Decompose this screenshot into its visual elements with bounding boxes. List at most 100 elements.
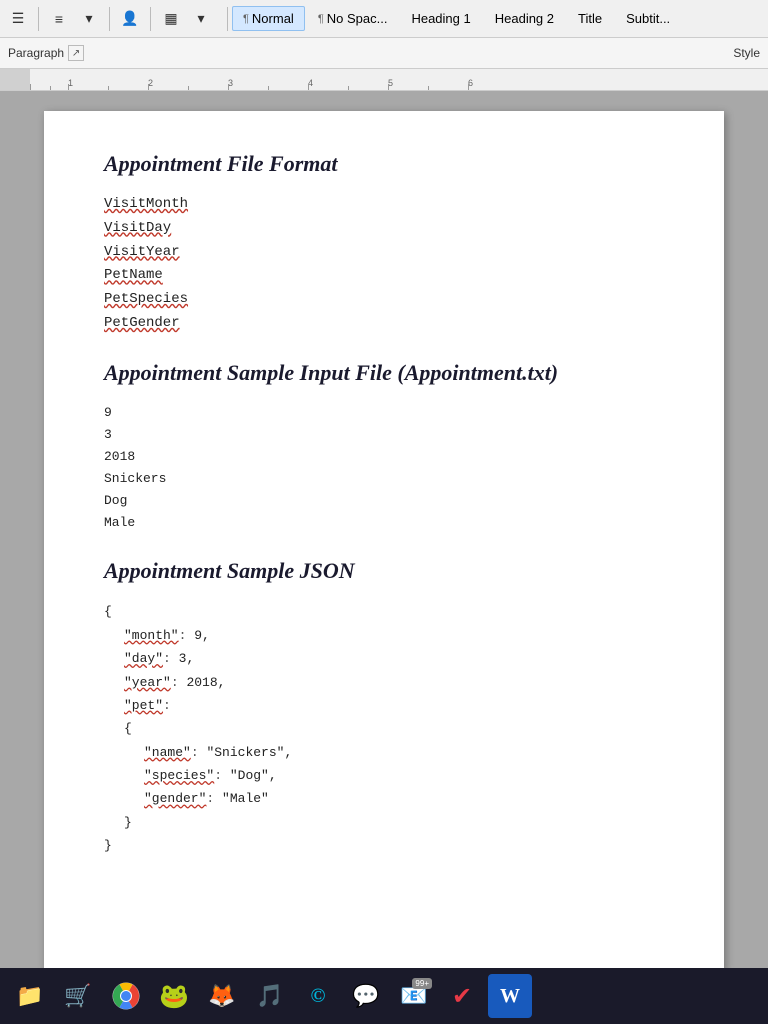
taskbar-store-icon[interactable]: 🛒 — [56, 974, 100, 1018]
section-sample-json: Appointment Sample JSON { "month": 9, "d… — [104, 558, 664, 857]
style-heading1-label: Heading 1 — [411, 11, 470, 26]
ruler-tick-s2 — [108, 86, 109, 90]
value-name: Snickers — [104, 468, 664, 490]
style-title[interactable]: Title — [567, 6, 613, 31]
taskbar-email-icon[interactable]: 📧 99+ — [392, 974, 436, 1018]
style-normal-label: Normal — [252, 11, 294, 26]
list-style-icon[interactable]: ≡ — [45, 5, 73, 33]
heading-sample-input: Appointment Sample Input File (Appointme… — [104, 360, 664, 386]
field-petname: PetName — [104, 264, 664, 288]
style-subtitle-label: Subtit... — [626, 11, 670, 26]
value-species: Dog — [104, 490, 664, 512]
json-colon-3: : — [171, 675, 179, 690]
json-val-month: 9, — [194, 628, 210, 643]
ruler: 1 2 3 4 5 6 — [0, 69, 768, 91]
ruler-tick-s1 — [50, 86, 51, 90]
ruler-tick-0 — [30, 84, 31, 90]
separator-2 — [109, 7, 110, 31]
json-species-line: "species": "Dog", — [104, 764, 664, 787]
taskbar-chrome-icon[interactable] — [104, 974, 148, 1018]
section-sample-input: Appointment Sample Input File (Appointme… — [104, 360, 664, 535]
list-dropdown-icon[interactable]: ▾ — [75, 5, 103, 33]
paragraph-label: Paragraph — [8, 46, 64, 60]
taskbar-word-icon[interactable]: W — [488, 974, 532, 1018]
json-colon-1: : — [179, 628, 187, 643]
json-gender-line: "gender": "Male" — [104, 787, 664, 810]
value-year: 2018 — [104, 446, 664, 468]
ruler-inner: 1 2 3 4 5 6 — [0, 69, 768, 90]
style-buttons-group: ¶ Normal ¶ No Spac... Heading 1 Heading … — [232, 6, 681, 31]
ruler-tick-1 — [68, 84, 69, 90]
expand-paragraph-icon[interactable]: ↗ — [68, 45, 84, 61]
value-month: 9 — [104, 402, 664, 424]
json-name-line: "name": "Snickers", — [104, 741, 664, 764]
ruler-tick-3 — [228, 84, 229, 90]
taskbar-firefox-icon[interactable]: 🦊 — [200, 974, 244, 1018]
ruler-tick-s4 — [268, 86, 269, 90]
document-page: Appointment File Format VisitMonth Visit… — [44, 111, 724, 968]
taskbar-folder-icon[interactable]: 📁 — [8, 974, 52, 1018]
ruler-tick-s3 — [188, 86, 189, 90]
json-key-day: "day" — [124, 651, 163, 666]
separator-main — [227, 7, 228, 31]
ruler-tick-s6 — [428, 86, 429, 90]
email-badge: 99+ — [412, 978, 432, 989]
taskbar-music-icon[interactable]: 🎵 — [248, 974, 292, 1018]
heading-appointment-format: Appointment File Format — [104, 151, 664, 177]
normal-para-mark: ¶ — [243, 13, 249, 25]
shading-icon[interactable]: ▦ — [157, 5, 185, 33]
json-year-line: "year": 2018, — [104, 671, 664, 694]
json-key-name: "name" — [144, 745, 191, 760]
taskbar-whatsapp-icon[interactable]: 💬 — [344, 974, 388, 1018]
json-day-line: "day": 3, — [104, 647, 664, 670]
json-close-brace: } — [104, 834, 664, 857]
json-colon-6: : — [214, 768, 222, 783]
style-normal[interactable]: ¶ Normal — [232, 6, 305, 31]
value-gender: Male — [104, 512, 664, 534]
taskbar-net-icon[interactable]: © — [296, 974, 340, 1018]
json-key-month: "month" — [124, 628, 179, 643]
ribbon-icons-group: ☰ ≡ ▾ 👤 ▦ ▾ — [4, 5, 215, 33]
heading-sample-json: Appointment Sample JSON — [104, 558, 664, 584]
style-heading1[interactable]: Heading 1 — [400, 6, 481, 31]
field-visitmonth: VisitMonth — [104, 193, 664, 217]
section-appointment-format: Appointment File Format VisitMonth Visit… — [104, 151, 664, 336]
json-content: { "month": 9, "day": 3, "year": 2018, "p… — [104, 600, 664, 857]
ribbon-bottom-row: Paragraph ↗ Style — [0, 38, 768, 68]
user-icon[interactable]: 👤 — [116, 5, 144, 33]
json-key-year: "year" — [124, 675, 171, 690]
styles-label: Style — [733, 46, 760, 60]
taskbar-frog-icon[interactable]: 🐸 — [152, 974, 196, 1018]
json-val-species: "Dog", — [230, 768, 277, 783]
json-val-day: 3, — [179, 651, 195, 666]
json-pet-close: } — [104, 811, 664, 834]
shading-dropdown-icon[interactable]: ▾ — [187, 5, 215, 33]
separator-3 — [150, 7, 151, 31]
style-no-spacing-label: No Spac... — [327, 11, 388, 26]
field-visityear: VisitYear — [104, 241, 664, 265]
json-val-year: 2018, — [186, 675, 225, 690]
document-area[interactable]: Appointment File Format VisitMonth Visit… — [0, 91, 768, 968]
separator-1 — [38, 7, 39, 31]
field-visitday: VisitDay — [104, 217, 664, 241]
field-petgender: PetGender — [104, 312, 664, 336]
json-val-gender: "Male" — [222, 791, 269, 806]
taskbar-check-icon[interactable]: ✔ — [440, 974, 484, 1018]
ruler-tick-6 — [468, 84, 469, 90]
style-heading2[interactable]: Heading 2 — [484, 6, 565, 31]
json-key-gender: "gender" — [144, 791, 206, 806]
taskbar: 📁 🛒 🐸 🦊 🎵 © 💬 📧 99+ ✔ W — [0, 968, 768, 1024]
ribbon-style-row: ☰ ≡ ▾ 👤 ▦ ▾ ¶ Normal ¶ No Spac... Headin… — [0, 0, 768, 38]
json-pet-open: { — [104, 717, 664, 740]
ruler-tick-2 — [148, 84, 149, 90]
json-colon-7: : — [206, 791, 214, 806]
ribbon: ☰ ≡ ▾ 👤 ▦ ▾ ¶ Normal ¶ No Spac... Headin… — [0, 0, 768, 69]
style-no-spacing[interactable]: ¶ No Spac... — [307, 6, 399, 31]
field-list: VisitMonth VisitDay VisitYear PetName Pe… — [104, 193, 664, 336]
menu-icon[interactable]: ☰ — [4, 5, 32, 33]
style-title-label: Title — [578, 11, 602, 26]
style-subtitle[interactable]: Subtit... — [615, 6, 681, 31]
json-colon-4: : — [163, 698, 171, 713]
ruler-tick-4 — [308, 84, 309, 90]
json-key-species: "species" — [144, 768, 214, 783]
